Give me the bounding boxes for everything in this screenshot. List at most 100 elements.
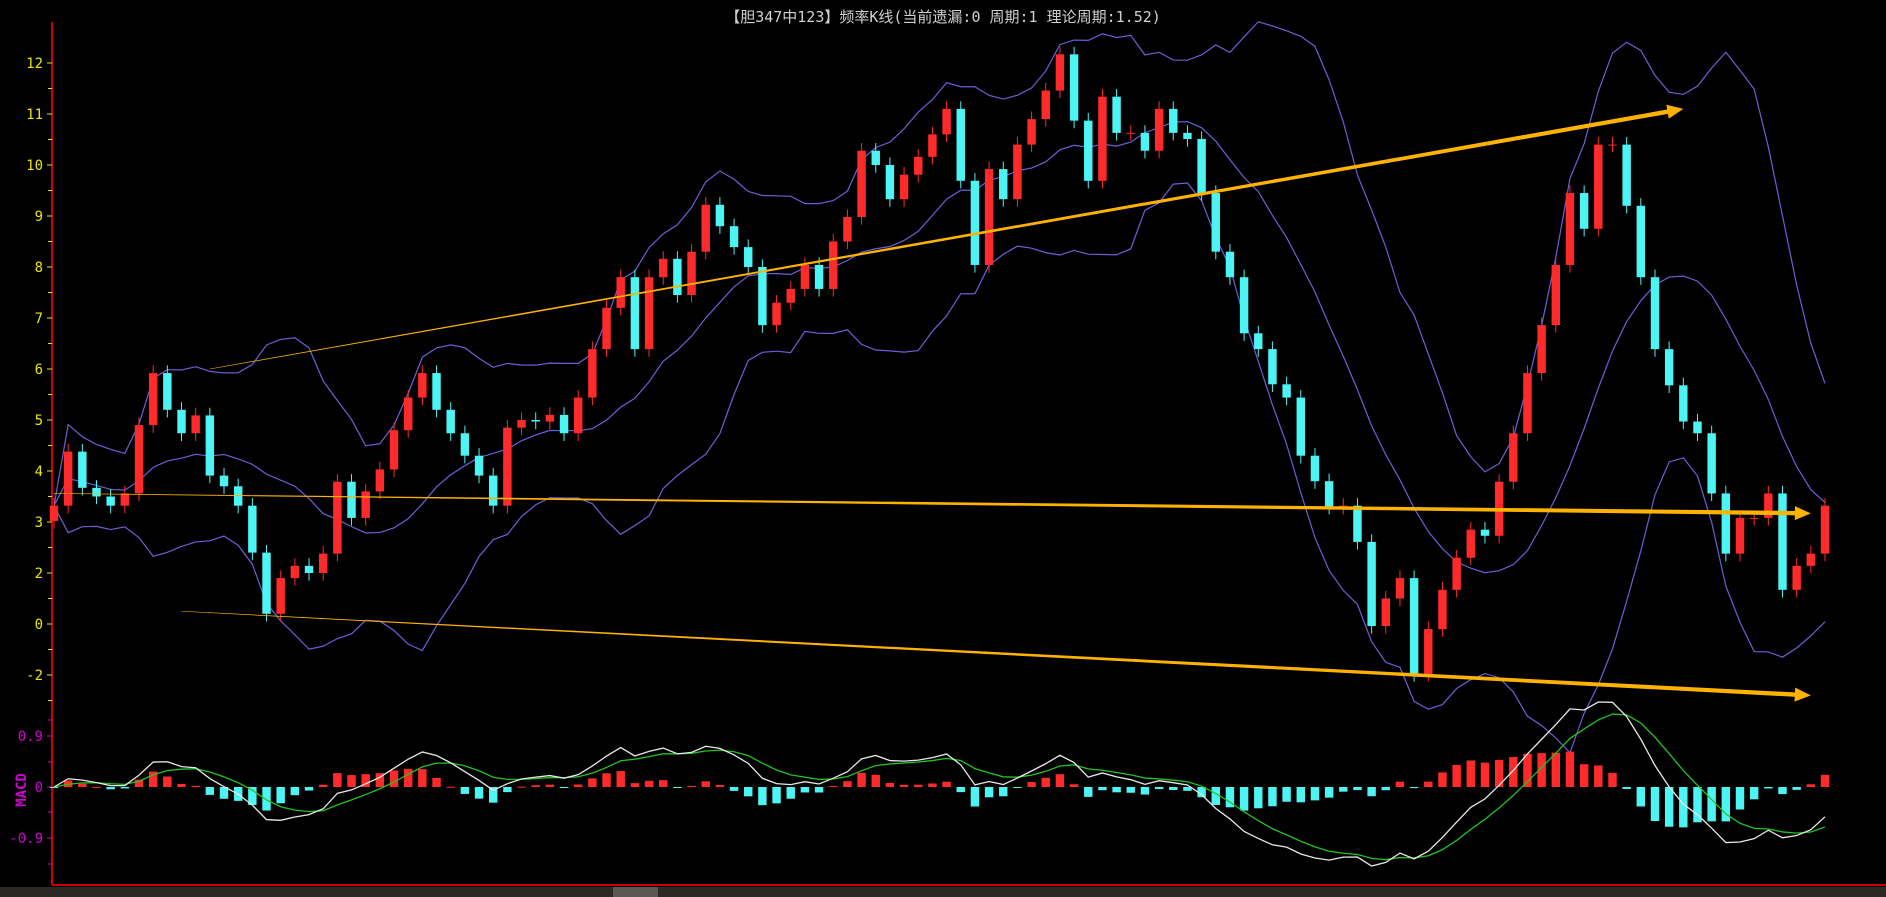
macd-bar-negative — [1098, 787, 1107, 791]
candle-up — [1749, 517, 1759, 519]
macd-bar-positive — [1480, 762, 1490, 787]
candle-down — [970, 180, 980, 265]
chart-canvas[interactable]: 12 11 10 9 8 7 6 5 4 3 2 0 -2 0.9 0 -0.9 MACD — [0, 0, 1886, 887]
candle-up — [644, 277, 654, 350]
candle-up — [899, 174, 909, 200]
candle-up — [1806, 553, 1816, 566]
candle-up — [843, 217, 852, 242]
macd-bar-positive — [602, 773, 611, 787]
candles — [49, 46, 1830, 682]
candle-down — [871, 150, 880, 165]
candle-down — [78, 451, 87, 488]
macd-bar-negative — [1409, 787, 1419, 789]
candle-down — [814, 264, 824, 289]
candle-up — [403, 397, 413, 431]
candle-up — [318, 553, 328, 573]
macd-bar-positive — [687, 785, 696, 787]
macd-bar-negative — [772, 787, 781, 804]
macd-bar-positive — [347, 775, 356, 787]
macd-bar-negative — [1353, 787, 1362, 791]
candle-down — [1778, 493, 1787, 590]
candle-down — [1579, 193, 1589, 229]
candle-up — [517, 420, 526, 428]
candle-down — [1650, 277, 1660, 350]
candle-up — [1055, 54, 1065, 91]
price-tick-label: 7 — [35, 311, 43, 327]
macd-bar-negative — [262, 787, 271, 811]
macd-bar-negative — [786, 787, 795, 799]
macd-bar-positive — [432, 777, 441, 787]
horizontal-scrollbar[interactable] — [0, 887, 1886, 897]
macd-bar-positive — [1509, 757, 1518, 787]
macd-bar-negative — [106, 787, 115, 790]
candle-down — [1693, 421, 1702, 434]
bollinger-mid-line — [53, 121, 1826, 574]
macd-bar-negative — [1735, 787, 1745, 810]
price-tick-label: 5 — [35, 413, 43, 429]
macd-bar-positive — [1551, 752, 1561, 787]
macd-bar-positive — [318, 784, 328, 787]
macd-bar-negative — [729, 787, 739, 791]
candle-down — [205, 415, 215, 476]
macd-bar-positive — [545, 784, 555, 787]
candle-down — [729, 226, 739, 248]
macd-bar-negative — [999, 787, 1008, 797]
macd-bar-positive — [1069, 784, 1079, 787]
macd-panel: 0.9 0 -0.9 — [9, 701, 1830, 867]
candle-up — [800, 264, 810, 289]
macd-bar-positive — [1041, 777, 1050, 787]
candle-up — [290, 565, 300, 579]
candle-down — [885, 165, 895, 200]
candle-down — [1324, 481, 1334, 507]
macd-bar-positive — [191, 785, 200, 787]
macd-bar-positive — [1579, 764, 1589, 787]
candle-down — [758, 267, 767, 326]
macd-tick-label: 0.9 — [18, 729, 43, 745]
macd-bar-negative — [1268, 787, 1277, 807]
candle-down — [446, 409, 455, 434]
candle-up — [120, 493, 130, 506]
candle-up — [857, 150, 866, 218]
macd-bar-positive — [418, 769, 427, 787]
candle-down — [432, 373, 441, 410]
macd-bar-positive — [531, 785, 540, 787]
macd-bar-negative — [984, 787, 994, 798]
macd-bar-positive — [573, 784, 583, 787]
macd-bar-negative — [1792, 787, 1801, 790]
macd-bar-negative — [205, 787, 215, 795]
candle-up — [545, 414, 555, 422]
macd-bar-negative — [1112, 787, 1121, 793]
candle-up — [928, 134, 937, 157]
candle-up — [333, 481, 342, 554]
candle-down — [219, 475, 229, 487]
macd-bar-positive — [914, 784, 923, 787]
candle-down — [531, 420, 540, 422]
macd-bar-negative — [744, 787, 753, 797]
macd-bar-positive — [885, 782, 895, 787]
macd-bar-positive — [1594, 765, 1603, 787]
macd-bar-negative — [1636, 787, 1646, 807]
price-tick-label: 12 — [26, 56, 43, 72]
macd-bar-positive — [1806, 784, 1816, 787]
scrollbar-thumb[interactable] — [613, 887, 658, 897]
axes: 12 11 10 9 8 7 6 5 4 3 2 0 -2 — [26, 22, 1886, 886]
candle-down — [1211, 193, 1220, 252]
macd-bar-negative — [1169, 787, 1178, 791]
macd-bar-negative — [290, 787, 300, 796]
candle-up — [361, 491, 370, 518]
macd-tick-label: 0 — [35, 780, 43, 796]
price-tick-label: 2 — [35, 566, 43, 582]
macd-bar-positive — [333, 773, 342, 787]
candle-up — [659, 258, 668, 278]
candle-up — [616, 277, 625, 308]
macd-label: MACD — [14, 773, 30, 807]
price-tick-label: 3 — [35, 515, 43, 531]
candle-up — [191, 415, 200, 434]
macd-bar-positive — [942, 781, 951, 787]
candle-down — [1664, 349, 1674, 386]
candle-up — [1027, 119, 1036, 145]
candle-up — [1594, 144, 1603, 229]
macd-bar-positive — [1820, 774, 1830, 787]
candle-down — [248, 505, 257, 553]
macd-bar-negative — [1778, 787, 1787, 795]
